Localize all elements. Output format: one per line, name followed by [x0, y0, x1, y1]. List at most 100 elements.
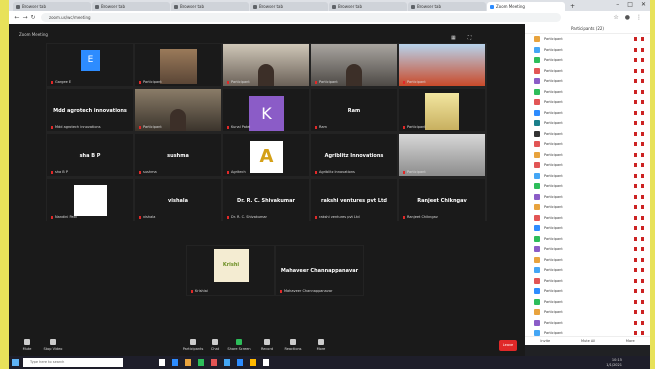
forward-icon[interactable]: →: [21, 14, 29, 21]
participant-tile[interactable]: Nandini Patil: [47, 179, 133, 221]
participant-row[interactable]: Participant: [525, 118, 650, 129]
muted-mic-icon[interactable]: [634, 163, 637, 167]
participant-row[interactable]: Participant: [525, 87, 650, 98]
participant-tile[interactable]: Participant: [135, 89, 221, 131]
video-off-icon[interactable]: [641, 110, 644, 115]
taskbar-app-icon[interactable]: [263, 359, 269, 366]
muted-mic-icon[interactable]: [634, 68, 637, 73]
video-off-icon[interactable]: [641, 47, 644, 52]
muted-mic-icon[interactable]: [634, 100, 637, 104]
video-off-icon[interactable]: [641, 215, 644, 220]
muted-mic-icon[interactable]: [634, 194, 637, 199]
browser-tab[interactable]: Browser tab: [13, 2, 91, 11]
taskbar-search[interactable]: Type here to search: [23, 358, 123, 367]
participant-row[interactable]: Participant: [525, 286, 650, 297]
participant-tile[interactable]: Participant: [399, 44, 485, 86]
toolbar-button[interactable]: More: [309, 339, 333, 351]
video-off-icon[interactable]: [641, 257, 644, 262]
muted-mic-icon[interactable]: [634, 131, 637, 136]
taskbar-app-icon[interactable]: [237, 359, 243, 366]
participant-row[interactable]: Participant: [525, 108, 650, 119]
browser-tab[interactable]: Browser tab: [329, 2, 407, 11]
participant-tile[interactable]: Participant: [311, 44, 397, 86]
muted-mic-icon[interactable]: [634, 110, 637, 115]
participant-row[interactable]: Participant: [525, 97, 650, 108]
muted-mic-icon[interactable]: [634, 331, 637, 335]
toolbar-button[interactable]: Share Screen: [227, 339, 251, 351]
participant-row[interactable]: Participant: [525, 307, 650, 318]
taskbar-app-icon[interactable]: [159, 359, 165, 366]
participant-row[interactable]: Participant: [525, 255, 650, 266]
profile-icon[interactable]: ●: [625, 14, 630, 21]
video-off-icon[interactable]: [641, 278, 644, 283]
participant-tile[interactable]: Participant: [399, 134, 485, 176]
fullscreen-icon[interactable]: ⛶: [468, 35, 472, 41]
participant-row[interactable]: Participant: [525, 171, 650, 182]
browser-tab[interactable]: Zoom Meeting: [487, 2, 565, 11]
video-off-icon[interactable]: [641, 331, 644, 335]
panel-footer-button[interactable]: More: [626, 337, 635, 345]
participant-tile[interactable]: Ram Ram: [311, 89, 397, 131]
video-off-icon[interactable]: [641, 142, 644, 146]
participant-row[interactable]: Participant: [525, 34, 650, 45]
participant-row[interactable]: Participant: [525, 192, 650, 203]
participant-row[interactable]: Participant: [525, 160, 650, 171]
video-off-icon[interactable]: [641, 194, 644, 199]
video-off-icon[interactable]: [641, 121, 644, 125]
video-off-icon[interactable]: [641, 236, 644, 241]
video-off-icon[interactable]: [641, 152, 644, 157]
video-off-icon[interactable]: [641, 184, 644, 188]
video-off-icon[interactable]: [641, 79, 644, 83]
muted-mic-icon[interactable]: [634, 310, 637, 314]
taskbar-app-icon[interactable]: [250, 359, 256, 366]
participant-row[interactable]: Participant: [525, 276, 650, 287]
video-off-icon[interactable]: [641, 268, 644, 272]
menu-icon[interactable]: ⋮: [636, 14, 642, 21]
participant-tile[interactable]: Mdd agrotech innovations Mdd agrotech inn…: [47, 89, 133, 131]
new-tab-button[interactable]: +: [566, 2, 579, 11]
muted-mic-icon[interactable]: [634, 320, 637, 325]
browser-tab[interactable]: Browser tab: [92, 2, 170, 11]
video-off-icon[interactable]: [641, 247, 644, 251]
video-off-icon[interactable]: [641, 58, 644, 62]
muted-mic-icon[interactable]: [634, 142, 637, 146]
muted-mic-icon[interactable]: [634, 58, 637, 62]
video-off-icon[interactable]: [641, 226, 644, 230]
participant-row[interactable]: Participant: [525, 234, 650, 245]
browser-tab[interactable]: Browser tab: [171, 2, 249, 11]
url-field[interactable]: zoom.us/wc/meeting: [41, 13, 561, 22]
muted-mic-icon[interactable]: [634, 226, 637, 230]
participant-tile[interactable]: sha B P sha B P: [47, 134, 133, 176]
participant-row[interactable]: Participant: [525, 265, 650, 276]
back-icon[interactable]: ←: [13, 14, 21, 21]
participant-tile[interactable]: Dr. R. C. Shivakumar Dr. R. C. Shivakumar: [223, 179, 309, 221]
panel-footer-button[interactable]: Invite: [540, 337, 550, 345]
toolbar-button[interactable]: Mute: [15, 339, 39, 351]
participant-row[interactable]: Participant: [525, 318, 650, 329]
video-off-icon[interactable]: [641, 173, 644, 178]
muted-mic-icon[interactable]: [634, 278, 637, 283]
participant-row[interactable]: Participant: [525, 202, 650, 213]
close-icon[interactable]: ✕: [641, 1, 646, 8]
participant-row[interactable]: Participant: [525, 297, 650, 308]
participant-row[interactable]: Participant: [525, 66, 650, 77]
participant-tile[interactable]: rakshi ventures pvt Ltd rakshi ventures p…: [311, 179, 397, 221]
star-icon[interactable]: ☆: [613, 14, 618, 21]
video-off-icon[interactable]: [641, 37, 644, 41]
participant-tile[interactable]: Krishi Krishiai: [187, 246, 274, 295]
video-off-icon[interactable]: [641, 310, 644, 314]
muted-mic-icon[interactable]: [634, 215, 637, 220]
taskbar-app-icon[interactable]: [185, 359, 191, 366]
muted-mic-icon[interactable]: [634, 121, 637, 125]
muted-mic-icon[interactable]: [634, 205, 637, 209]
muted-mic-icon[interactable]: [634, 184, 637, 188]
participant-tile[interactable]: Participant: [223, 44, 309, 86]
participant-row[interactable]: Participant: [525, 45, 650, 56]
muted-mic-icon[interactable]: [634, 47, 637, 52]
muted-mic-icon[interactable]: [634, 299, 637, 304]
taskbar-app-icon[interactable]: [211, 359, 217, 366]
toolbar-button[interactable]: Chat: [203, 339, 227, 351]
muted-mic-icon[interactable]: [634, 247, 637, 251]
toolbar-button[interactable]: Record: [255, 339, 279, 351]
video-off-icon[interactable]: [641, 205, 644, 209]
